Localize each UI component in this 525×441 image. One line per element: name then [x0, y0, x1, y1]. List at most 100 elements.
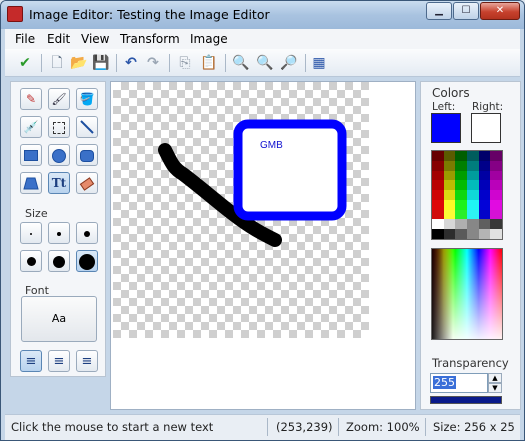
- palette-swatch[interactable]: [478, 190, 491, 200]
- palette-swatch[interactable]: [478, 170, 491, 181]
- fill-tool[interactable]: 🪣: [76, 88, 98, 110]
- ellipse-tool[interactable]: [48, 144, 70, 166]
- palette-swatch[interactable]: [467, 219, 479, 230]
- paste-icon[interactable]: 📋: [199, 53, 219, 73]
- new-icon[interactable]: 🗋: [47, 53, 67, 73]
- palette-swatch[interactable]: [455, 199, 467, 210]
- palette-swatch[interactable]: [455, 190, 467, 200]
- transparency-spin-down[interactable]: ▼: [488, 383, 502, 393]
- palette-swatch[interactable]: [490, 190, 502, 200]
- title-bar[interactable]: Image Editor: Testing the Image Editor ▁…: [1, 1, 524, 29]
- menu-edit[interactable]: Edit: [47, 32, 70, 46]
- size-6[interactable]: [76, 250, 98, 272]
- rounded-rect-tool[interactable]: [76, 144, 98, 166]
- palette-swatch[interactable]: [478, 160, 491, 171]
- save-icon[interactable]: 💾: [91, 53, 111, 73]
- size-2[interactable]: [48, 222, 70, 244]
- palette-swatch[interactable]: [490, 229, 502, 239]
- redo-icon[interactable]: ↷: [143, 53, 163, 73]
- size-1[interactable]: [20, 222, 42, 244]
- palette-swatch[interactable]: [432, 219, 444, 230]
- palette-swatch[interactable]: [455, 160, 467, 171]
- line-tool[interactable]: [76, 116, 98, 138]
- grid-icon[interactable]: ▦: [309, 53, 329, 73]
- palette-swatch[interactable]: [443, 190, 456, 200]
- brush-tool[interactable]: 🖌: [48, 88, 70, 110]
- size-5[interactable]: [48, 250, 70, 272]
- palette-swatch[interactable]: [467, 170, 479, 181]
- palette-swatch[interactable]: [443, 199, 456, 210]
- menu-view[interactable]: View: [81, 32, 109, 46]
- palette-swatch[interactable]: [443, 209, 456, 220]
- palette-swatch[interactable]: [432, 229, 444, 239]
- palette-swatch[interactable]: [490, 209, 502, 220]
- left-color-swatch[interactable]: [431, 113, 461, 143]
- palette-swatch[interactable]: [432, 151, 444, 161]
- palette-swatch[interactable]: [467, 190, 479, 200]
- color-spectrum[interactable]: [431, 248, 503, 340]
- palette-swatch[interactable]: [432, 199, 444, 210]
- palette-swatch[interactable]: [490, 160, 502, 171]
- palette-swatch[interactable]: [478, 199, 491, 210]
- text-tool[interactable]: Tt: [48, 172, 70, 194]
- align-left-button[interactable]: ≡: [20, 350, 42, 372]
- palette-swatch[interactable]: [478, 180, 491, 191]
- menu-image[interactable]: Image: [190, 32, 228, 46]
- undo-icon[interactable]: ↶: [121, 53, 141, 73]
- palette-swatch[interactable]: [455, 209, 467, 220]
- select-tool[interactable]: [48, 116, 70, 138]
- palette-swatch[interactable]: [455, 219, 467, 230]
- palette-swatch[interactable]: [455, 180, 467, 191]
- palette-swatch[interactable]: [455, 151, 467, 161]
- palette-swatch[interactable]: [455, 170, 467, 181]
- palette-swatch[interactable]: [467, 151, 479, 161]
- maximize-button[interactable]: ☐: [453, 2, 479, 20]
- palette-swatch[interactable]: [443, 229, 456, 239]
- palette-swatch[interactable]: [467, 229, 479, 239]
- minimize-button[interactable]: ▁: [426, 2, 452, 20]
- palette-swatch[interactable]: [490, 199, 502, 210]
- palette-swatch[interactable]: [467, 209, 479, 220]
- palette-swatch[interactable]: [478, 229, 491, 239]
- palette-swatch[interactable]: [478, 151, 491, 161]
- apply-icon[interactable]: ✔: [15, 53, 35, 73]
- transparency-input[interactable]: 255: [430, 373, 488, 393]
- palette-swatch[interactable]: [467, 160, 479, 171]
- zoom-in-icon[interactable]: 🔍: [255, 53, 275, 73]
- zoom-fit-icon[interactable]: 🔎: [279, 53, 299, 73]
- menu-file[interactable]: File: [15, 32, 35, 46]
- palette-swatch[interactable]: [432, 190, 444, 200]
- close-button[interactable]: ✕: [480, 2, 520, 20]
- size-3[interactable]: [76, 222, 98, 244]
- palette-swatch[interactable]: [443, 180, 456, 191]
- palette-swatch[interactable]: [432, 209, 444, 220]
- eraser-tool[interactable]: [76, 172, 98, 194]
- copy-icon[interactable]: ⎘: [175, 53, 195, 73]
- palette-swatch[interactable]: [432, 170, 444, 181]
- canvas-area[interactable]: GMB: [110, 81, 416, 410]
- eyedropper-tool[interactable]: 💉: [20, 116, 42, 138]
- palette-swatch[interactable]: [443, 219, 456, 230]
- palette-swatch[interactable]: [490, 151, 502, 161]
- palette-swatch[interactable]: [443, 160, 456, 171]
- zoom-out-icon[interactable]: 🔍: [231, 53, 251, 73]
- palette-swatch[interactable]: [455, 229, 467, 239]
- palette-swatch[interactable]: [432, 160, 444, 171]
- palette-swatch[interactable]: [432, 180, 444, 191]
- image-canvas[interactable]: GMB: [113, 82, 369, 338]
- palette-swatch[interactable]: [490, 180, 502, 191]
- transparency-spin-up[interactable]: ▲: [488, 373, 502, 383]
- polygon-tool[interactable]: [20, 172, 42, 194]
- size-4[interactable]: [20, 250, 42, 272]
- align-center-button[interactable]: ≡: [48, 350, 70, 372]
- palette-swatch[interactable]: [490, 170, 502, 181]
- pencil-tool[interactable]: ✎: [20, 88, 42, 110]
- palette-swatch[interactable]: [443, 170, 456, 181]
- right-color-swatch[interactable]: [471, 113, 501, 143]
- palette-swatch[interactable]: [490, 219, 502, 230]
- color-palette[interactable]: [431, 150, 503, 240]
- open-icon[interactable]: 📂: [69, 53, 89, 73]
- palette-swatch[interactable]: [467, 180, 479, 191]
- rectangle-tool[interactable]: [20, 144, 42, 166]
- align-right-button[interactable]: ≡: [76, 350, 98, 372]
